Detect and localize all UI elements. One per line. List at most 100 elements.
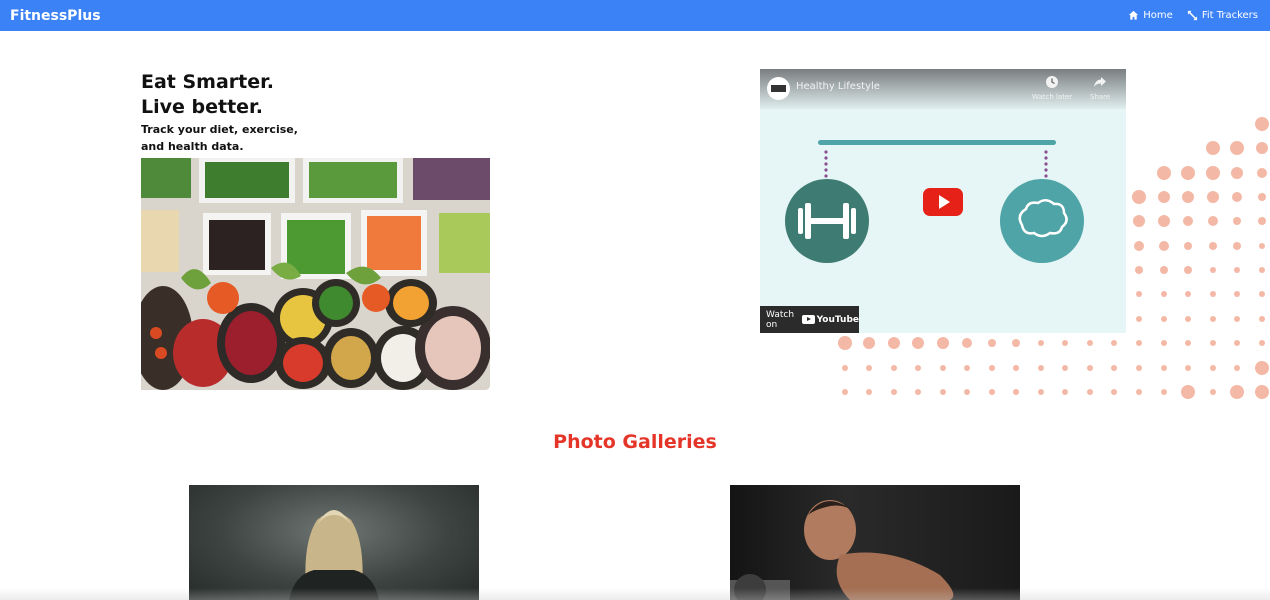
channel-avatar[interactable] [767, 77, 790, 100]
decorative-dot [1134, 241, 1144, 251]
decorative-dot [1181, 166, 1195, 180]
decorative-dot [1182, 191, 1194, 203]
decorative-dot [1259, 291, 1265, 297]
navbar: FitnessPlus Home Fit Trackers [0, 0, 1270, 31]
bottom-fade [0, 588, 1270, 600]
share-label: Share [1090, 93, 1111, 101]
decorative-dot [1256, 142, 1268, 154]
home-icon [1128, 10, 1139, 21]
decorative-dot [1234, 365, 1240, 371]
decorative-dot [1233, 242, 1241, 250]
decorative-dot [1184, 266, 1192, 274]
decorative-dot [1161, 365, 1167, 371]
decorative-dot [1257, 168, 1267, 178]
decorative-dot [1185, 365, 1191, 371]
gallery-photo-man-dumbbell[interactable] [730, 485, 1020, 600]
decorative-dot [1111, 365, 1117, 371]
decorative-dot [964, 389, 970, 395]
decorative-dot [1259, 267, 1265, 273]
hero-subtitle-line1: Track your diet, exercise, [141, 123, 298, 136]
decorative-dot [1136, 365, 1142, 371]
decorative-dot [1255, 385, 1269, 399]
decorative-dot [1038, 389, 1044, 395]
decorative-dot [888, 337, 900, 349]
youtube-play-icon [801, 315, 815, 324]
watch-later-button[interactable]: Watch later [1032, 75, 1072, 101]
decorative-dot [1233, 217, 1241, 225]
decorative-dot [1234, 291, 1240, 297]
clock-icon [1045, 75, 1059, 91]
decorative-dot [1111, 389, 1117, 395]
nav-home-label: Home [1143, 10, 1173, 21]
decorative-dot [962, 338, 972, 348]
decorative-dot [1206, 141, 1220, 155]
hero-subtitle-line2: and health data. [141, 140, 244, 153]
decorative-dot [1161, 291, 1167, 297]
decorative-dot [891, 365, 897, 371]
brand-link[interactable]: FitnessPlus [10, 8, 101, 24]
decorative-dot [1132, 190, 1146, 204]
video-title[interactable]: Healthy Lifestyle [796, 81, 880, 92]
share-icon [1093, 75, 1107, 91]
decorative-dot [1210, 316, 1216, 322]
nav-fit-trackers-link[interactable]: Fit Trackers [1187, 10, 1258, 21]
decorative-dot [988, 339, 996, 347]
decorative-dot [1210, 340, 1216, 346]
decorative-dot [1157, 166, 1171, 180]
decorative-dot [989, 365, 995, 371]
decorative-dot [1234, 267, 1240, 273]
decorative-dot [1234, 316, 1240, 322]
decorative-dot [1206, 166, 1220, 180]
hero-title-line2: Live better. [141, 96, 263, 118]
decorative-dot [1184, 242, 1192, 250]
decorative-dot [1111, 340, 1117, 346]
decorative-dot [1232, 192, 1242, 202]
decorative-dot [1185, 316, 1191, 322]
decorative-dot [1158, 191, 1170, 203]
decorative-dot [1234, 340, 1240, 346]
decorative-dot [1181, 385, 1195, 399]
decorative-dot [1259, 340, 1265, 346]
decorative-dot [1209, 242, 1217, 250]
decorative-dot [1161, 389, 1167, 395]
decorative-dot [863, 337, 875, 349]
salad-bar-image [141, 158, 490, 390]
decorative-dot [1013, 365, 1019, 371]
decorative-dot [1136, 340, 1142, 346]
decorative-dot [1136, 291, 1142, 297]
decorative-dot [1230, 141, 1244, 155]
decorative-dot [1207, 191, 1219, 203]
decorative-dot [912, 337, 924, 349]
decorative-dot [1158, 215, 1170, 227]
decorative-dot [1255, 361, 1269, 375]
decorative-dot [866, 365, 872, 371]
decorative-dot [1087, 389, 1093, 395]
gallery-photo-woman-workout[interactable] [189, 485, 479, 600]
decorative-dot [1210, 365, 1216, 371]
decorative-dot [1185, 291, 1191, 297]
decorative-dot [1160, 266, 1168, 274]
decorative-dot [1185, 340, 1191, 346]
hero-title-line1: Eat Smarter. [141, 71, 275, 93]
decorative-dot [1087, 365, 1093, 371]
decorative-dot [1062, 365, 1068, 371]
decorative-dot [891, 389, 897, 395]
decorative-dot [1062, 389, 1068, 395]
hero-text: Eat Smarter. Live better. Track your die… [141, 70, 298, 154]
decorative-dot [1038, 365, 1044, 371]
decorative-dot [1208, 216, 1218, 226]
decorative-dot [1136, 316, 1142, 322]
decorative-dot [1012, 339, 1020, 347]
decorative-dot [866, 389, 872, 395]
watch-later-label: Watch later [1032, 93, 1073, 101]
decorative-dot [1255, 117, 1269, 131]
share-button[interactable]: Share [1090, 75, 1110, 101]
decorative-dot [1231, 167, 1243, 179]
expand-icon [1187, 10, 1198, 21]
decorative-dot [989, 389, 995, 395]
decorative-dot [838, 336, 852, 350]
nav-home-link[interactable]: Home [1128, 10, 1173, 21]
decorative-dot [1258, 193, 1266, 201]
decorative-dot [842, 389, 848, 395]
decorative-dot-pattern [838, 117, 1269, 399]
